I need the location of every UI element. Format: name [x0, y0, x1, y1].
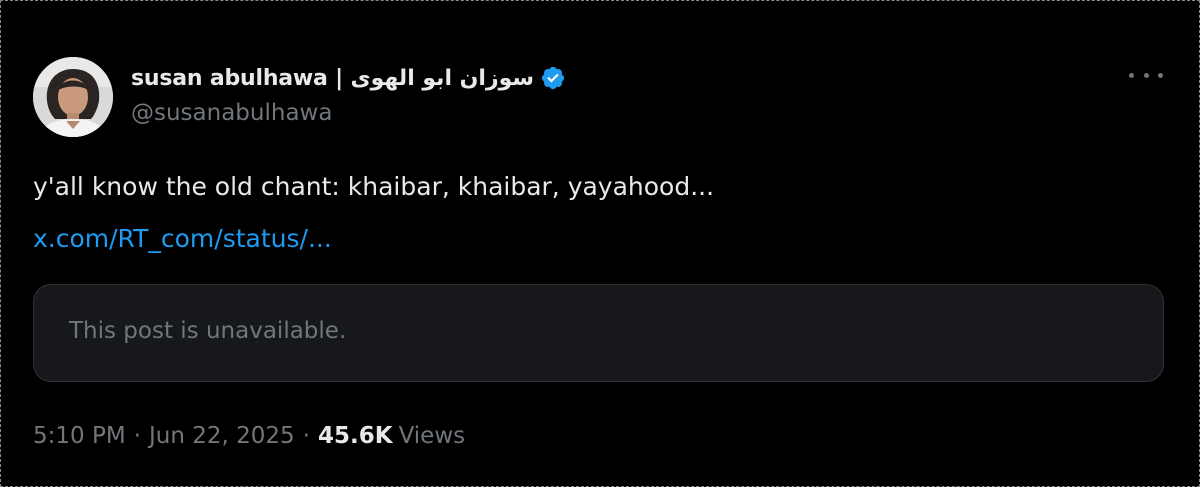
quoted-post-unavailable-message: This post is unavailable. — [69, 318, 347, 344]
more-dot — [1158, 72, 1163, 78]
avatar-image — [33, 57, 113, 137]
quoted-post-card[interactable]: This post is unavailable. — [33, 284, 1164, 382]
more-horizontal-icon[interactable] — [1129, 64, 1163, 86]
views-count[interactable]: 45.6K — [318, 423, 393, 449]
tweet-text: y'all know the old chant: khaibar, khaib… — [33, 172, 715, 201]
views-label[interactable]: Views — [399, 423, 466, 449]
avatar[interactable] — [33, 57, 113, 137]
author-display-name[interactable]: susan abulhawa | سوزان ابو الهوى — [131, 66, 534, 91]
tweet-meta: 5:10 PM · Jun 22, 2025 · 45.6K Views — [33, 423, 465, 449]
tweet-time[interactable]: 5:10 PM — [33, 423, 126, 449]
tweet-link[interactable]: x.com/RT_com/status/... — [33, 224, 332, 254]
meta-separator: · — [133, 423, 141, 449]
tweet-date[interactable]: Jun 22, 2025 — [149, 423, 295, 449]
author-handle[interactable]: @susanabulhawa — [131, 100, 332, 126]
more-dot — [1143, 72, 1149, 78]
author-name-row[interactable]: susan abulhawa | سوزان ابو الهوى — [131, 62, 566, 94]
verified-badge-icon[interactable] — [540, 65, 566, 91]
tweet: susan abulhawa | سوزان ابو الهوى @susana… — [0, 0, 1200, 487]
meta-separator: · — [302, 423, 310, 449]
more-dot — [1129, 72, 1134, 78]
